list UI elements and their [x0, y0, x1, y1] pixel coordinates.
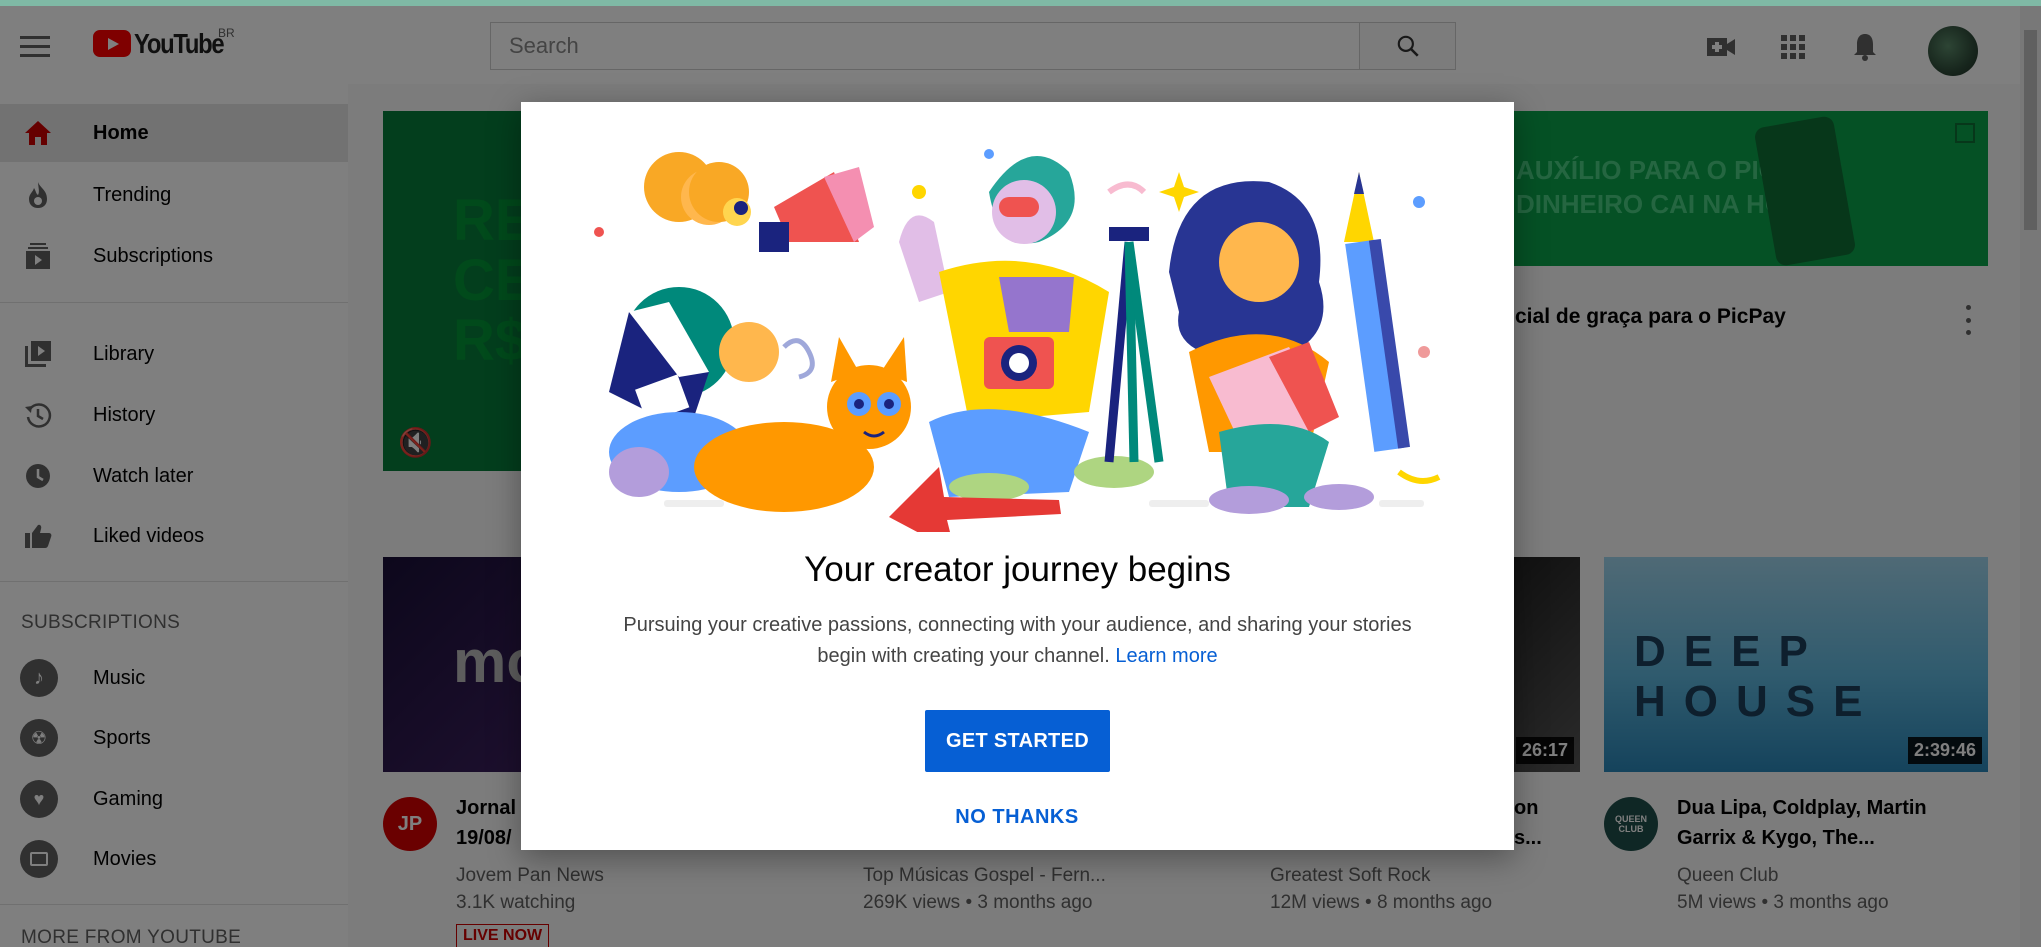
dialog-title: Your creator journey begins: [804, 550, 1231, 589]
dialog-body-text: Pursuing your creative passions, connect…: [623, 614, 1412, 667]
get-started-button[interactable]: GET STARTED: [925, 710, 1110, 772]
dialog-body: Pursuing your creative passions, connect…: [621, 610, 1414, 672]
create-channel-dialog: Your creator journey begins Pursuing you…: [521, 102, 1514, 850]
learn-more-link[interactable]: Learn more: [1115, 645, 1217, 667]
no-thanks-button[interactable]: NO THANKS: [917, 797, 1117, 837]
creator-illustration: [594, 149, 1441, 532]
